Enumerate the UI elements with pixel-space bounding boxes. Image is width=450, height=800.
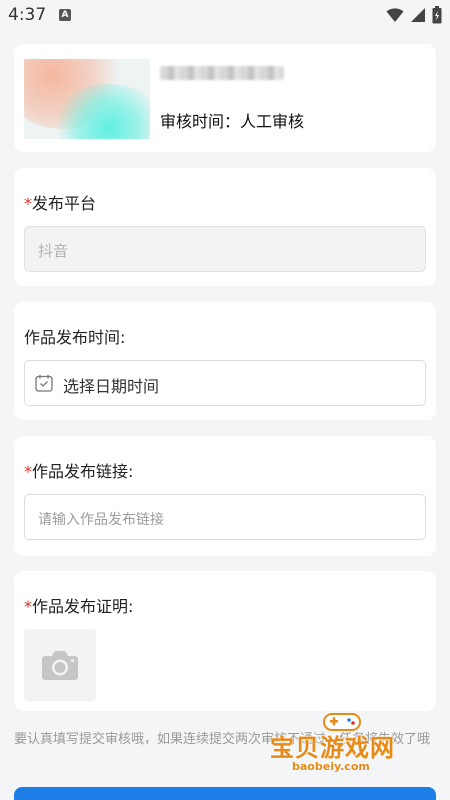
calendar-icon xyxy=(35,374,53,392)
publish-proof-label: *作品发布证明: xyxy=(24,597,134,616)
status-time: 4:37 xyxy=(8,5,47,25)
review-time-row: 审核时间：人工审核 xyxy=(160,108,304,132)
publish-link-label: *作品发布链接: xyxy=(24,462,134,481)
publish-link-card: *作品发布链接: 请输入作品发布链接 xyxy=(14,436,436,556)
upload-image-button[interactable] xyxy=(24,629,96,701)
required-mark: * xyxy=(24,597,32,616)
notification-app-icon: A xyxy=(59,9,71,21)
watermark-site: baobeiy.com xyxy=(292,760,370,773)
task-title-blurred xyxy=(160,66,284,80)
wifi-icon xyxy=(386,8,404,22)
required-mark: * xyxy=(24,194,32,213)
publish-link-input[interactable]: 请输入作品发布链接 xyxy=(24,494,426,540)
task-thumbnail xyxy=(24,59,150,139)
status-icons xyxy=(386,6,442,24)
publish-time-label: 作品发布时间: xyxy=(24,328,126,347)
battery-icon xyxy=(432,6,442,24)
review-time-value: 人工审核 xyxy=(240,112,305,131)
publish-time-card: 作品发布时间: 选择日期时间 xyxy=(14,302,436,420)
status-bar: 4:37 A xyxy=(0,0,450,30)
submit-button[interactable] xyxy=(14,787,436,800)
watermark: 宝贝游戏网 baobeiy.com xyxy=(270,708,420,780)
platform-card: *发布平台 抖音 xyxy=(14,168,436,286)
camera-icon xyxy=(42,651,78,680)
platform-label: *发布平台 xyxy=(24,194,97,213)
review-time-label: 审核时间： xyxy=(160,112,241,131)
platform-value: 抖音 xyxy=(38,242,69,260)
watermark-text: 宝贝游戏网 xyxy=(270,734,395,762)
signal-icon xyxy=(411,8,425,22)
publish-link-placeholder: 请输入作品发布链接 xyxy=(38,512,164,528)
platform-field: 抖音 xyxy=(24,226,426,272)
publish-time-picker[interactable]: 选择日期时间 xyxy=(24,360,426,406)
task-card: 审核时间：人工审核 xyxy=(14,44,436,152)
publish-proof-card: *作品发布证明: xyxy=(14,571,436,711)
required-mark: * xyxy=(24,462,32,481)
publish-time-placeholder: 选择日期时间 xyxy=(63,377,160,396)
